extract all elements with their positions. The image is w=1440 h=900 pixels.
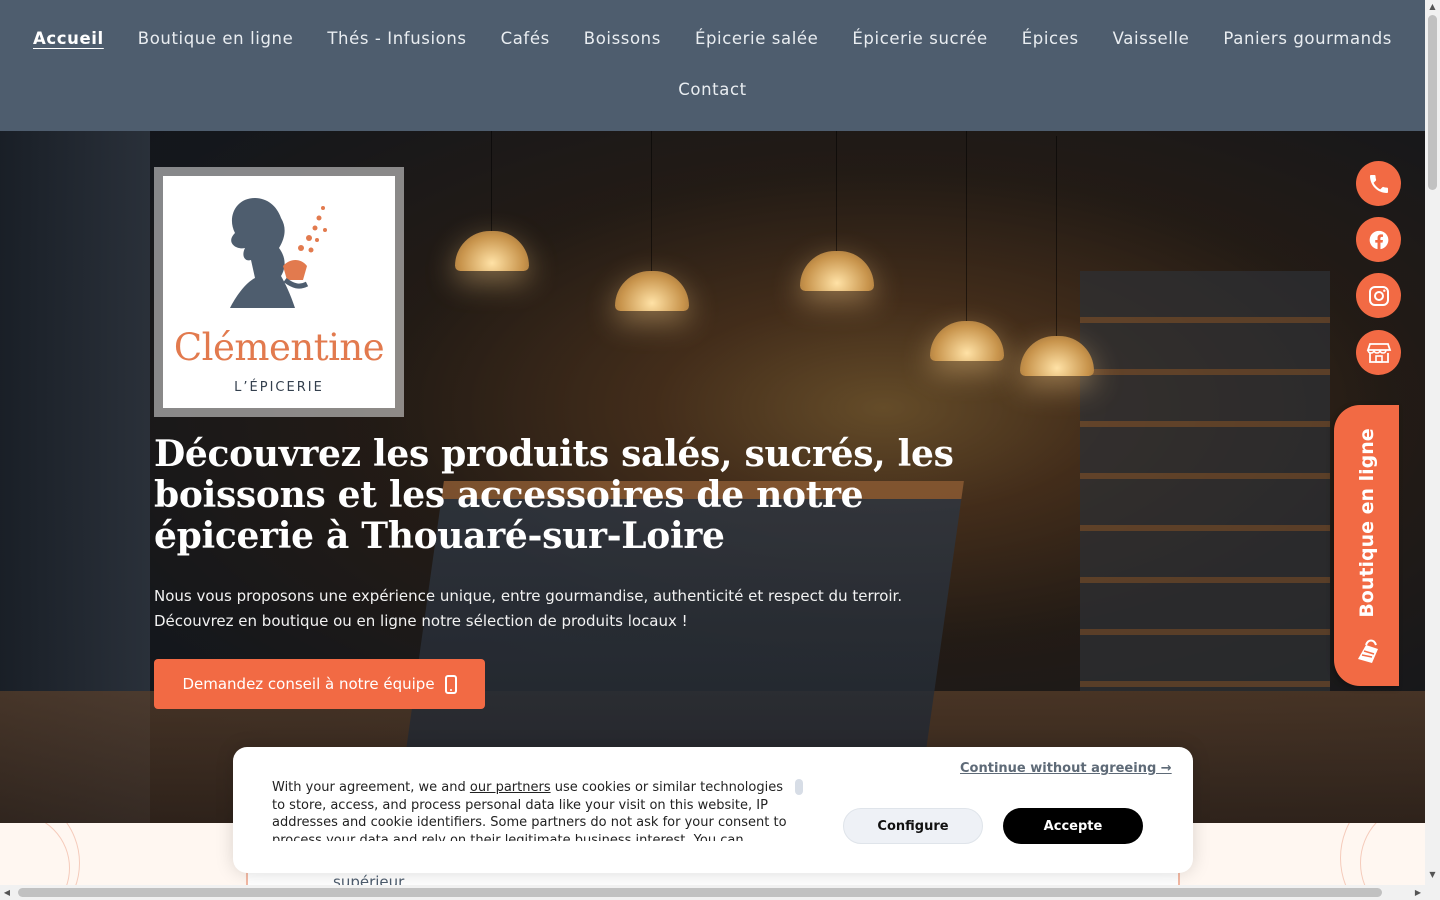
hero-background-shelves: [1080, 271, 1330, 691]
scroll-down-arrow-icon[interactable]: ▼: [1425, 868, 1440, 882]
configure-button[interactable]: Configure: [843, 808, 983, 844]
nav-item-epicerie-sucree[interactable]: Épicerie sucrée: [835, 26, 1004, 52]
our-partners-link[interactable]: our partners: [470, 780, 551, 795]
hero-lamp: [615, 131, 689, 311]
store-icon: [1366, 342, 1391, 363]
nav-item-epices[interactable]: Épices: [1005, 26, 1096, 52]
nav-item-boutique-en-ligne[interactable]: Boutique en ligne: [121, 26, 311, 52]
shopping-bag-icon: [1358, 639, 1378, 663]
hero-lamp: [800, 131, 874, 291]
nav-item-vaisselle[interactable]: Vaisselle: [1096, 26, 1207, 52]
logo-subtitle: L’ÉPICERIE: [234, 380, 324, 395]
scroll-left-arrow-icon[interactable]: ◀: [0, 885, 14, 900]
instagram-button[interactable]: [1356, 273, 1401, 318]
hero-text-line-1: Nous vous proposons une expérience uniqu…: [154, 587, 903, 605]
store-button[interactable]: [1356, 330, 1401, 375]
facebook-button[interactable]: [1356, 217, 1401, 262]
nav-item-accueil[interactable]: Accueil: [16, 26, 121, 52]
cookie-text-part: With your agreement, we and: [272, 780, 470, 795]
nav-row-secondary: Contact: [0, 77, 1425, 103]
hero-lamp: [455, 131, 529, 271]
nav-row-primary: Accueil Boutique en ligne Thés - Infusio…: [0, 26, 1425, 52]
nav-item-contact[interactable]: Contact: [661, 77, 763, 103]
scroll-up-arrow-icon[interactable]: ▲: [1425, 0, 1440, 14]
decorative-circle: [1360, 823, 1425, 890]
cookie-consent-banner: With your agreement, we and our partners…: [233, 747, 1193, 873]
phone-button[interactable]: [1356, 161, 1401, 206]
hero-description: Nous vous proposons une expérience uniqu…: [154, 584, 974, 634]
woman-silhouette-icon: [230, 198, 327, 308]
nav-item-epicerie-salee[interactable]: Épicerie salée: [678, 26, 835, 52]
nav-item-cafes[interactable]: Cafés: [484, 26, 567, 52]
cookie-text-scrollbar[interactable]: [795, 779, 803, 795]
nav-item-paniers-gourmands[interactable]: Paniers gourmands: [1206, 26, 1409, 52]
nav-item-thes-infusions[interactable]: Thés - Infusions: [310, 26, 483, 52]
accept-button[interactable]: Accepte: [1003, 808, 1143, 844]
vertical-scrollbar[interactable]: ▲ ▼: [1425, 0, 1440, 900]
horizontal-scrollbar-thumb[interactable]: [18, 888, 1382, 897]
instagram-icon: [1368, 285, 1389, 306]
main-navigation: Accueil Boutique en ligne Thés - Infusio…: [0, 0, 1425, 131]
cookie-consent-text: With your agreement, we and our partners…: [272, 779, 792, 841]
logo-name: Clémentine: [173, 326, 385, 369]
logo-card: Clémentine L’ÉPICERIE: [163, 176, 395, 408]
vertical-scrollbar-thumb[interactable]: [1428, 15, 1437, 190]
online-shop-side-tab[interactable]: Boutique en ligne: [1334, 405, 1399, 686]
facebook-icon: [1369, 230, 1388, 249]
nav-item-boissons[interactable]: Boissons: [567, 26, 678, 52]
continue-without-agreeing-link[interactable]: Continue without agreeing →: [960, 761, 1172, 776]
smartphone-icon: [444, 674, 457, 694]
hero-lamp: [930, 131, 1004, 361]
ask-advice-label: Demandez conseil à notre équipe: [182, 675, 435, 693]
hero-title: Découvrez les produits salés, sucrés, le…: [154, 433, 954, 557]
online-shop-side-tab-label: Boutique en ligne: [1355, 428, 1378, 618]
brand-logo[interactable]: Clémentine L’ÉPICERIE: [154, 167, 404, 417]
horizontal-scrollbar[interactable]: ◀ ▶: [0, 885, 1425, 900]
scroll-right-arrow-icon[interactable]: ▶: [1411, 885, 1425, 900]
hero-text-line-2: Découvrez en boutique ou en ligne notre …: [154, 612, 688, 630]
ask-advice-button[interactable]: Demandez conseil à notre équipe: [154, 659, 485, 709]
phone-icon: [1369, 174, 1388, 193]
